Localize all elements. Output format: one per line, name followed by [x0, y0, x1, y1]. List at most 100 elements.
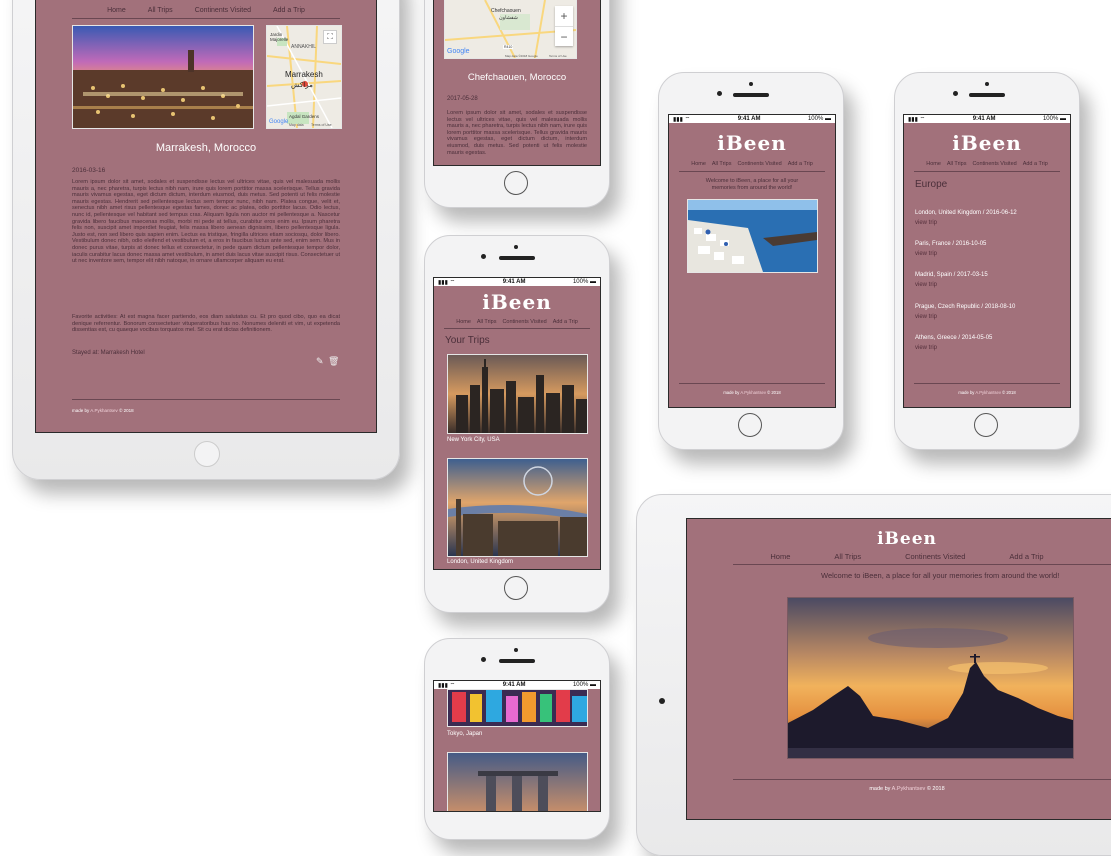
page-heading: Your Trips: [445, 335, 490, 346]
nav-home[interactable]: Home: [691, 161, 706, 167]
edit-icon[interactable]: ✎: [316, 356, 324, 367]
footer: made by A.Pykhantsev © 2018: [72, 408, 134, 413]
trip-card-caption-tokyo[interactable]: Tokyo, Japan: [447, 731, 482, 737]
ipad-home-button[interactable]: [194, 441, 220, 467]
nav-home[interactable]: Home: [107, 7, 126, 14]
battery: 100% ▬: [572, 279, 596, 285]
phone-sensor: [985, 82, 989, 86]
fullscreen-icon[interactable]: ⛶: [323, 30, 337, 44]
nav-continents-visited[interactable]: Continents Visited: [737, 161, 781, 167]
status-time: 9:41 AM: [972, 116, 996, 122]
view-trip-link[interactable]: view trip: [915, 219, 1017, 229]
app-logo[interactable]: iBeen: [434, 290, 600, 314]
nav-continents-visited[interactable]: Continents Visited: [502, 319, 546, 325]
map-data-label: Map data: [289, 123, 304, 127]
map-label-annakhil: ANNAKHIL: [291, 44, 317, 50]
trip-description: Lorem ipsum dolor sit amet, sodales et s…: [447, 110, 587, 156]
battery: 100% ▬: [1042, 116, 1066, 122]
footer-prefix: made by: [869, 786, 891, 792]
footer-suffix: © 2018: [1002, 390, 1016, 395]
footer-author[interactable]: A.Pykhantsev: [740, 390, 766, 395]
status-bar: ▮▮▮ ⌔ 9:41 AM 100% ▬: [669, 115, 835, 123]
nav-home[interactable]: Home: [926, 161, 941, 167]
nav-all-trips[interactable]: All Trips: [712, 161, 732, 167]
footer: made by A.Pykhantsev © 2018: [687, 786, 1111, 792]
nav-add-trip[interactable]: Add a Trip: [273, 7, 305, 14]
nav-all-trips[interactable]: All Trips: [148, 7, 173, 14]
continent-heading: Europe: [915, 179, 948, 190]
status-bar: ▮▮▮ ⌔ 9:41 AM 100% ▬: [434, 681, 600, 689]
battery-percent: 100%: [572, 682, 589, 688]
nav-divider: [72, 18, 340, 19]
nav-add-trip[interactable]: Add a Trip: [1009, 552, 1043, 561]
nav-home[interactable]: Home: [770, 552, 790, 561]
continent-trip-label: London, United Kingdom / 2016-06-12: [915, 210, 1017, 216]
nav-add-trip[interactable]: Add a Trip: [553, 319, 578, 325]
continent-trip-4: Athens, Greece / 2014-05-05 view trip: [915, 334, 992, 353]
footer-prefix: made by: [958, 390, 975, 395]
view-trip-link[interactable]: view trip: [915, 313, 1015, 323]
main-nav: Home All Trips Continents Visited Add a …: [669, 161, 835, 167]
view-trip-link[interactable]: view trip: [915, 250, 986, 260]
trip-card-caption-1[interactable]: London, United Kingdom: [447, 559, 513, 565]
hero-image-santorini: [687, 199, 818, 273]
welcome-text: Welcome to iBeen, a place for all your m…: [705, 178, 799, 191]
nav-add-trip[interactable]: Add a Trip: [788, 161, 813, 167]
nav-continents-visited[interactable]: Continents Visited: [972, 161, 1016, 167]
view-trip-link[interactable]: view trip: [915, 344, 992, 354]
trip-card-image-1[interactable]: [447, 458, 588, 557]
phone-europe-home-button[interactable]: [974, 413, 998, 437]
view-trip-link[interactable]: view trip: [915, 281, 988, 291]
trip-card-image-singapore[interactable]: [447, 752, 588, 811]
ipad-right-screen: iBeen Home All Trips Continents Visited …: [686, 518, 1111, 820]
signal-icon: ▮▮▮ ⌔: [673, 117, 691, 123]
zoom-out-button[interactable]: −: [555, 26, 573, 47]
nav-all-trips[interactable]: All Trips: [834, 552, 861, 561]
trip-photo-marrakesh: [72, 25, 254, 129]
trip-map-marrakesh[interactable]: ⛶ Jardin Majorelle ANNAKHIL Marrakesh مر…: [266, 25, 342, 129]
nav-home[interactable]: Home: [456, 319, 471, 325]
footer-author[interactable]: A.Pykhantsev: [90, 408, 118, 413]
battery: 100% ▬: [807, 116, 831, 122]
footer: made by A.Pykhantsev © 2018: [669, 390, 835, 395]
welcome-text: Welcome to iBeen, a place for all your m…: [821, 571, 1060, 580]
phone-europe-screen: ▮▮▮ ⌔ 9:41 AM 100% ▬ iBeen Home All Trip…: [903, 114, 1071, 408]
nav-divider: [733, 564, 1111, 565]
nav-all-trips[interactable]: All Trips: [947, 161, 967, 167]
app-logo[interactable]: iBeen: [904, 131, 1070, 155]
map-terms-link[interactable]: Terms of Use: [549, 54, 567, 58]
map-label-agdal: Agdal Gardens: [289, 114, 320, 119]
trip-card-image-tokyo[interactable]: [447, 689, 588, 727]
nav-continents-visited[interactable]: Continents Visited: [905, 552, 965, 561]
signal-icon: ▮▮▮ ⌔: [908, 117, 926, 123]
signal-icon: ▮▮▮ ⌔: [438, 683, 456, 689]
phone-trips-home-button[interactable]: [504, 576, 528, 600]
nav-continents-visited[interactable]: Continents Visited: [195, 7, 251, 14]
signal-icon: ▮▮▮ ⌔: [438, 280, 456, 286]
app-logo[interactable]: iBeen: [687, 529, 1111, 549]
continent-trip-label: Paris, France / 2016-10-05: [915, 241, 987, 247]
map-label-city: Marrakesh: [285, 70, 323, 79]
zoom-in-button[interactable]: +: [555, 6, 573, 26]
footer-author[interactable]: A.Pykhantsev: [892, 786, 926, 792]
map-label-chefchaouen-arabic: شفشاون: [499, 15, 518, 21]
phone-top-home-button[interactable]: [504, 171, 528, 195]
map-chefchaouen[interactable]: Chefchaouen شفشاون R410 + − Google Map d…: [444, 0, 577, 59]
phone-home-home-button[interactable]: [738, 413, 762, 437]
phone-home-screen: ▮▮▮ ⌔ 9:41 AM 100% ▬ iBeen Home All Trip…: [668, 114, 836, 408]
nav-all-trips[interactable]: All Trips: [477, 319, 497, 325]
map-label-chefchaouen: Chefchaouen: [491, 8, 521, 14]
continent-trip-0: London, United Kingdom / 2016-06-12 view…: [915, 209, 1017, 228]
map-terms-link[interactable]: Terms of Use: [311, 123, 332, 127]
phone-camera: [481, 254, 486, 259]
footer-prefix: made by: [72, 408, 90, 413]
trip-card-caption-0[interactable]: New York City, USA: [447, 437, 500, 443]
delete-icon[interactable]: 🗑: [328, 356, 339, 367]
nav-add-trip[interactable]: Add a Trip: [1023, 161, 1048, 167]
trip-card-image-0[interactable]: [447, 354, 588, 434]
app-logo[interactable]: iBeen: [669, 131, 835, 155]
nav-divider: [914, 171, 1060, 172]
nav-divider: [444, 328, 590, 329]
footer-author[interactable]: A.Pykhantsev: [975, 390, 1001, 395]
phone-speaker: [969, 93, 1005, 97]
